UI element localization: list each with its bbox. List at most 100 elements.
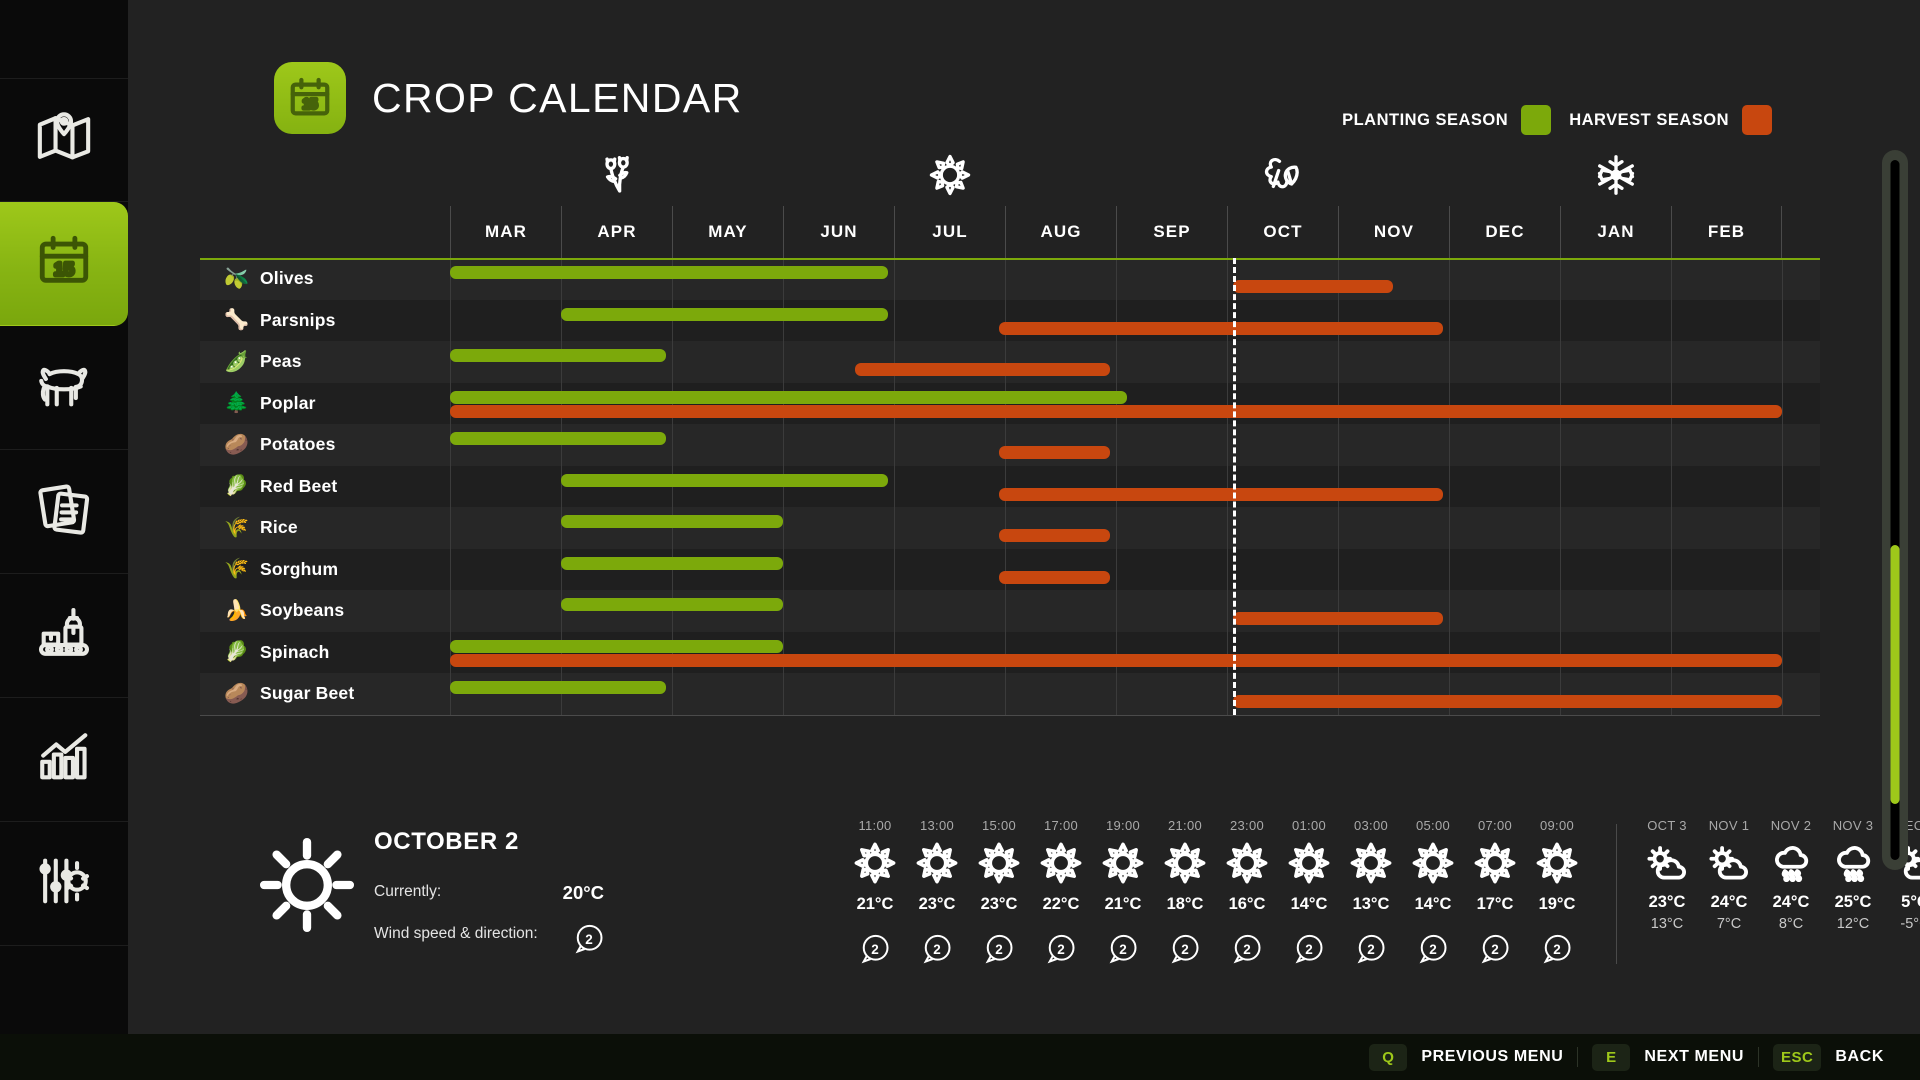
crop-icon: 🥔: [224, 433, 249, 456]
vertical-scrollbar[interactable]: [1882, 150, 1908, 870]
hourly-forecast-item: 15:00 23°C 2: [968, 818, 1030, 964]
crop-row[interactable]: 🌾 Sorghum: [200, 548, 1820, 590]
grid-line: [894, 341, 895, 383]
sidebar-item-settings[interactable]: [0, 822, 128, 946]
action-label: PREVIOUS MENU: [1421, 1048, 1564, 1065]
sidebar-item-contracts[interactable]: [0, 450, 128, 574]
crop-name: Parsnips: [260, 309, 336, 330]
legend-harvest-swatch: [1742, 105, 1772, 135]
hourly-time: 11:00: [858, 818, 892, 833]
grid-line: [1227, 673, 1228, 715]
bottom-action-previous-menu[interactable]: Q PREVIOUS MENU: [1355, 1043, 1577, 1071]
sun-icon: [844, 842, 906, 889]
daily-high: 24°C: [1772, 893, 1810, 911]
wind-direction-icon: 2: [1046, 934, 1076, 964]
crop-row[interactable]: 🍌 Soybeans: [200, 590, 1820, 632]
bottom-action-next-menu[interactable]: E NEXT MENU: [1578, 1043, 1758, 1071]
wind-direction-icon: 2: [1170, 934, 1200, 964]
crop-row[interactable]: 🥬 Red Beet: [200, 465, 1820, 507]
planting-bar: [561, 473, 889, 487]
scrollbar-track: [1890, 160, 1900, 860]
grid-line: [1782, 590, 1783, 632]
hourly-forecast-item: 17:00 22°C 2: [1030, 818, 1092, 964]
sun-icon: [968, 842, 1030, 889]
crop-row[interactable]: 🌲 Poplar: [200, 382, 1820, 424]
month-header-feb: FEB: [1671, 206, 1782, 258]
hourly-wind-value: 2: [1553, 941, 1561, 957]
crop-row[interactable]: 🥔 Potatoes: [200, 424, 1820, 466]
harvest-bar: [1232, 280, 1394, 293]
grid-line: [1338, 590, 1339, 632]
daily-high: 23°C: [1648, 893, 1686, 911]
grid-line: [1782, 299, 1783, 341]
crop-row[interactable]: 🥬 Spinach: [200, 631, 1820, 673]
harvest-bar: [999, 529, 1111, 542]
hourly-time: 13:00: [919, 818, 955, 833]
grid-line: [894, 424, 895, 466]
grid-line: [561, 507, 562, 549]
sun-icon: [906, 842, 968, 889]
sun-icon: [1526, 842, 1588, 889]
hourly-temp: 18°C: [1166, 895, 1204, 913]
grid-line: [1005, 424, 1006, 466]
grid-line: [450, 382, 451, 424]
season-icon-row: [200, 148, 1820, 206]
grid-line: [1449, 465, 1450, 507]
weather-panel: OCTOBER 2 Currently: 20°C Wind speed & d…: [258, 818, 1920, 1008]
hourly-forecast-item: 19:00 21°C 2: [1092, 818, 1154, 964]
grid-line: [1671, 465, 1672, 507]
hourly-wind: 2: [968, 934, 1030, 964]
bottom-action-back[interactable]: ESC BACK: [1759, 1043, 1898, 1071]
hourly-time: 03:00: [1353, 818, 1389, 833]
conveyor-icon: [35, 604, 93, 667]
planting-bar: [450, 349, 667, 362]
crop-row[interactable]: 🥔 Sugar Beet: [200, 673, 1820, 715]
scrollbar-thumb[interactable]: [1890, 545, 1900, 804]
grid-line: [1671, 590, 1672, 632]
sidebar-item-map[interactable]: [0, 78, 128, 202]
hourly-forecast-item: 23:00 16°C 2: [1216, 818, 1278, 964]
crop-row[interactable]: 🫛 Peas: [200, 341, 1820, 383]
grid-line: [1449, 507, 1450, 549]
page-title: CROP CALENDAR: [372, 74, 743, 121]
grid-line: [450, 258, 451, 300]
grid-line: [1671, 258, 1672, 300]
sidebar-item-calendar[interactable]: 15: [0, 202, 128, 326]
crop-track: [200, 299, 1820, 341]
hourly-temp: 21°C: [1104, 895, 1142, 913]
hourly-wind-value: 2: [1305, 941, 1313, 957]
crop-row[interactable]: 🫒 Olives: [200, 258, 1820, 300]
harvest-bar: [1232, 695, 1782, 708]
hourly-wind-value: 2: [1491, 941, 1499, 957]
hourly-time: 17:00: [1043, 818, 1079, 833]
sidebar-item-animals[interactable]: [0, 326, 128, 450]
daily-forecast-item: OCT 3 23°C 13°C: [1636, 818, 1698, 932]
grid-line: [450, 341, 451, 383]
hourly-wind: 2: [1278, 934, 1340, 964]
crop-row[interactable]: 🦴 Parsnips: [200, 299, 1820, 341]
crop-label: 🫒 Olives: [224, 268, 314, 289]
legend: PLANTING SEASON HARVEST SEASON: [1342, 105, 1772, 135]
grid-line: [1338, 631, 1339, 673]
grid-line: [1227, 590, 1228, 632]
daily-high: 25°C: [1834, 893, 1872, 911]
crop-track: [200, 673, 1820, 715]
crop-label: 🌾 Rice: [224, 517, 298, 538]
grid-line: [1560, 548, 1561, 590]
hourly-temp: 14°C: [1290, 895, 1328, 913]
hourly-wind-value: 2: [1429, 941, 1437, 957]
grid-line: [894, 590, 895, 632]
hourly-forecast-item: 01:00 14°C 2: [1278, 818, 1340, 964]
month-header-row: MAR APR MAY JUN JUL AUG SEP OCT NOV DEC JAN FEB: [200, 206, 1820, 258]
planting-bar: [450, 681, 667, 694]
sidebar-item-production[interactable]: [0, 574, 128, 698]
grid-line: [450, 590, 451, 632]
grid-line: [1227, 341, 1228, 383]
crop-row[interactable]: 🌾 Rice: [200, 507, 1820, 549]
sidebar-item-statistics[interactable]: [0, 698, 128, 822]
grid-line: [1116, 258, 1117, 300]
currently-label: Currently:: [374, 883, 442, 900]
grid-line: [1116, 590, 1117, 632]
grid-line: [561, 590, 562, 632]
daily-forecast-item: NOV 1 24°C 7°C: [1698, 818, 1760, 932]
